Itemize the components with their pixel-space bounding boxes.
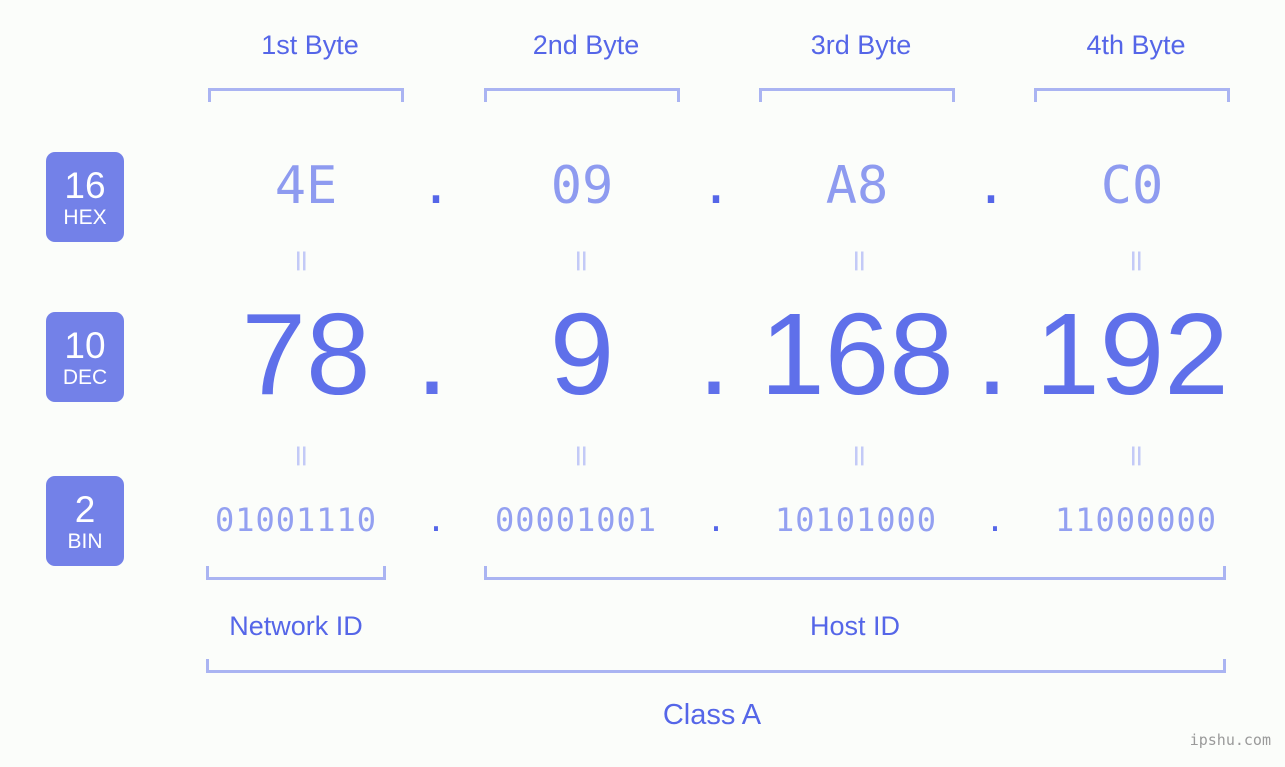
- byte-header-label-1: 1st Byte: [261, 30, 359, 60]
- hex-separator-1: .: [420, 156, 452, 216]
- bin-separator-3: .: [985, 501, 1005, 539]
- bin-separator-1: .: [426, 501, 446, 539]
- byte-bracket-4: [1034, 88, 1230, 102]
- equality-mark-hex-dec-1: =: [284, 248, 319, 272]
- hex-byte-2: 09: [550, 156, 614, 216]
- dec-byte-1: 78: [241, 289, 371, 419]
- host-id-bracket: [484, 566, 1226, 580]
- dec-separator-3: .: [975, 289, 1009, 419]
- dec-separator-2: .: [697, 289, 731, 419]
- equality-mark-hex-dec-3: =: [842, 248, 877, 272]
- byte-bracket-3: [759, 88, 955, 102]
- equality-mark-hex-dec-4: =: [1119, 248, 1154, 272]
- equality-mark-dec-bin-3: =: [842, 443, 877, 467]
- radix-badge-bin-number: 2: [74, 488, 96, 530]
- hex-byte-3: A8: [825, 156, 889, 216]
- dec-byte-3: 168: [760, 289, 954, 419]
- radix-badge-dec-unit: DEC: [62, 365, 108, 389]
- byte-bracket-1: [208, 88, 404, 102]
- bin-byte-4: 11000000: [1054, 501, 1218, 539]
- equality-mark-dec-bin-2: =: [564, 443, 599, 467]
- dec-separator-1: .: [415, 289, 449, 419]
- bin-separator-2: .: [706, 501, 726, 539]
- equality-mark-dec-bin-1: =: [284, 443, 319, 467]
- radix-badge-hex: 16 HEX: [46, 152, 124, 242]
- hex-separator-3: .: [975, 156, 1007, 216]
- dec-byte-2: 9: [549, 289, 615, 419]
- equality-mark-dec-bin-4: =: [1119, 443, 1154, 467]
- byte-bracket-2: [484, 88, 680, 102]
- bin-byte-1: 01001110: [214, 501, 378, 539]
- hex-separator-2: .: [700, 156, 732, 216]
- hex-byte-4: C0: [1100, 156, 1164, 216]
- class-label: Class A: [662, 699, 762, 731]
- byte-header-label-4: 4th Byte: [1086, 30, 1186, 60]
- host-id-label: Host ID: [809, 611, 901, 641]
- radix-badge-dec-number: 10: [64, 324, 106, 366]
- radix-badge-dec: 10 DEC: [46, 312, 124, 402]
- network-id-label: Network ID: [229, 611, 363, 641]
- site-watermark: ipshu.com: [1189, 731, 1271, 749]
- ip-breakdown-diagram: 1st Byte 2nd Byte 3rd Byte 4th Byte 16 H…: [0, 0, 1285, 767]
- radix-badge-hex-number: 16: [64, 164, 106, 206]
- bin-byte-2: 00001001: [494, 501, 658, 539]
- class-bracket: [206, 659, 1226, 673]
- radix-badge-hex-unit: HEX: [63, 205, 107, 229]
- byte-header-label-3: 3rd Byte: [810, 30, 912, 60]
- bin-byte-3: 10101000: [774, 501, 938, 539]
- dec-byte-4: 192: [1035, 289, 1229, 419]
- hex-byte-1: 4E: [274, 156, 338, 216]
- network-id-bracket: [206, 566, 386, 580]
- byte-header-label-2: 2nd Byte: [532, 30, 640, 60]
- radix-badge-bin: 2 BIN: [46, 476, 124, 566]
- equality-mark-hex-dec-2: =: [564, 248, 599, 272]
- radix-badge-bin-unit: BIN: [67, 529, 103, 553]
